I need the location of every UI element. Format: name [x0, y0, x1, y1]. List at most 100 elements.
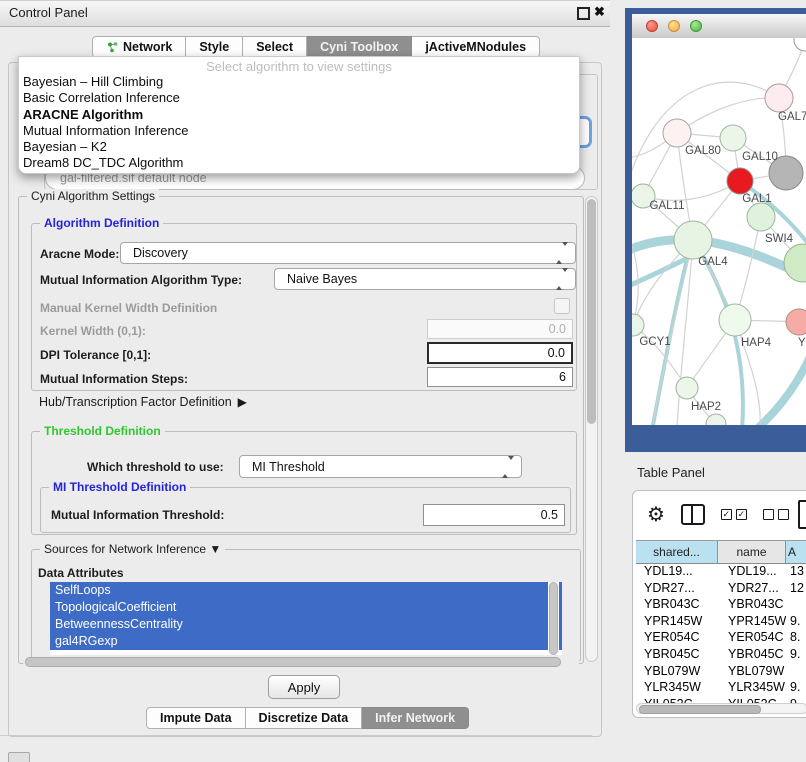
- network-node-hap2[interactable]: [676, 377, 698, 399]
- network-edge[interactable]: [643, 181, 740, 200]
- settings-vscrollbar[interactable]: [585, 196, 598, 662]
- table-row[interactable]: YLR345WYLR345W9.: [636, 680, 806, 697]
- dropdown-item[interactable]: ARACNE Algorithm: [19, 107, 579, 123]
- select-all-checks-icon[interactable]: ✓ ✓: [721, 509, 747, 520]
- network-canvas[interactable]: GAL7GAL80GAL10GAL1GAL11SWI4GAL4GCY1HAP4Y…: [632, 38, 806, 425]
- network-node-label: GCY1: [639, 336, 670, 348]
- dropdown-item[interactable]: Bayesian – Hill Climbing: [19, 74, 579, 90]
- dropdown-item[interactable]: Dream8 DC_TDC Algorithm: [19, 155, 579, 171]
- table-row[interactable]: YBR045CYBR045C9.: [636, 647, 806, 664]
- table-hscrollbar[interactable]: [636, 703, 806, 714]
- mi-steps-field[interactable]: 6: [427, 367, 573, 387]
- tab-style[interactable]: Style: [186, 36, 243, 58]
- top-tabs: Network Style Select Cyni Toolbox jActiveMNo…: [92, 36, 540, 58]
- mi-type-combobox[interactable]: Naive Bayes: [274, 268, 576, 290]
- table-column-header[interactable]: A: [786, 541, 806, 563]
- bottom-tabs: Impute Data Discretize Data Infer Network: [146, 707, 469, 729]
- control-panel-bottom-border: [0, 735, 592, 736]
- mi-threshold-definition-title: MI Threshold Definition: [49, 480, 190, 494]
- attribute-list-item[interactable]: TopologicalCoefficient: [50, 599, 562, 616]
- close-icon[interactable]: ✖: [594, 4, 605, 20]
- tab-label: Network: [123, 40, 172, 54]
- attribute-list-item[interactable]: SelfLoops: [50, 582, 562, 599]
- network-node-gal4[interactable]: [674, 221, 712, 259]
- network-node-swi4[interactable]: [747, 203, 775, 231]
- dropdown-item[interactable]: Bayesian – K2: [19, 139, 579, 155]
- tab-cyni-toolbox[interactable]: Cyni Toolbox: [307, 36, 412, 58]
- hub-definition-expander[interactable]: Hub/Transcription Factor Definition▶: [39, 395, 247, 409]
- zoom-traffic-light-icon[interactable]: [690, 20, 702, 32]
- table-column-header[interactable]: shared...: [636, 541, 718, 563]
- threshold-definition-group: Threshold Definition Which threshold to …: [31, 431, 577, 535]
- expand-down-icon[interactable]: ▼: [209, 542, 221, 556]
- data-attributes-list[interactable]: SelfLoopsTopologicalCoefficientBetweenne…: [50, 582, 562, 655]
- tab-label: Style: [199, 40, 229, 54]
- network-window-titlebar[interactable]: [632, 14, 806, 39]
- network-canvas-svg: GAL7GAL80GAL10GAL1GAL11SWI4GAL4GCY1HAP4Y…: [632, 38, 806, 425]
- dpi-tolerance-field[interactable]: 0.0: [427, 342, 573, 364]
- deselect-all-checks-icon[interactable]: [763, 509, 789, 520]
- apply-button[interactable]: Apply: [268, 675, 340, 699]
- table-cell: YBR045C: [636, 647, 718, 664]
- network-node-gal80[interactable]: [663, 119, 691, 147]
- aracne-mode-combobox[interactable]: Discovery: [120, 242, 576, 264]
- table-cell: YPR145W: [636, 614, 718, 631]
- table-cell: 8.: [786, 630, 806, 647]
- tab-jactivemnodules[interactable]: jActiveMNodules: [412, 36, 540, 58]
- network-node-gal7[interactable]: [765, 84, 793, 112]
- expand-right-icon[interactable]: ▶: [238, 395, 247, 409]
- settings-hscrollbar[interactable]: [23, 657, 579, 667]
- network-node-label: SWI4: [765, 233, 794, 245]
- network-node-gal10[interactable]: [720, 125, 746, 151]
- tab-label: Select: [256, 40, 293, 54]
- dropdown-item[interactable]: Basic Correlation Inference: [19, 90, 579, 106]
- unchecked-box-icon: [763, 509, 774, 520]
- mi-type-label: Mutual Information Algorithm Type:: [40, 273, 242, 287]
- gear-icon[interactable]: ⚙: [647, 502, 665, 527]
- network-node[interactable]: [794, 38, 806, 51]
- network-view-window[interactable]: GAL7GAL80GAL10GAL1GAL11SWI4GAL4GCY1HAP4Y…: [625, 8, 806, 452]
- mi-threshold-field[interactable]: 0.5: [423, 504, 565, 526]
- attributes-list-scrollbar[interactable]: [548, 582, 559, 655]
- table-row[interactable]: YDL19...YDL19...13: [636, 564, 806, 581]
- float-window-icon[interactable]: [577, 7, 590, 20]
- tab-select[interactable]: Select: [243, 36, 307, 58]
- algorithm-definition-group: Algorithm Definition Aracne Mode: Discov…: [31, 223, 577, 391]
- which-threshold-value: MI Threshold: [252, 460, 325, 474]
- close-traffic-light-icon[interactable]: [646, 20, 658, 32]
- minimized-panel-icon[interactable]: [8, 752, 30, 762]
- attribute-list-item[interactable]: BetweennessCentrality: [50, 616, 562, 633]
- network-node[interactable]: [706, 414, 726, 425]
- tab-impute-data[interactable]: Impute Data: [146, 707, 246, 729]
- table-cell: YLR345W: [636, 680, 718, 697]
- network-node[interactable]: [784, 244, 806, 282]
- sources-title-row[interactable]: Sources for Network Inference ▼: [40, 542, 225, 556]
- tab-discretize-data[interactable]: Discretize Data: [246, 707, 363, 729]
- network-edge-teal[interactable]: [758, 352, 806, 425]
- table-row[interactable]: YPR145WYPR145W9.: [636, 614, 806, 631]
- table-row[interactable]: YBL079WYBL079W: [636, 664, 806, 681]
- which-threshold-label: Which threshold to use:: [87, 460, 224, 474]
- new-table-icon[interactable]: [798, 500, 806, 529]
- network-node-label: Y: [798, 337, 806, 349]
- table-row[interactable]: YBR043CYBR043C: [636, 597, 806, 614]
- table-row[interactable]: YER054CYER054C8.: [636, 630, 806, 647]
- manual-kernel-checkbox[interactable]: [554, 298, 570, 314]
- tab-label: Cyni Toolbox: [320, 40, 398, 54]
- network-node-label: HAP2: [691, 401, 721, 413]
- network-node-y[interactable]: [786, 309, 806, 335]
- columns-icon[interactable]: [681, 504, 705, 525]
- minimize-traffic-light-icon[interactable]: [668, 20, 680, 32]
- tab-infer-network[interactable]: Infer Network: [362, 707, 469, 729]
- tab-network[interactable]: Network: [92, 36, 186, 58]
- table-row[interactable]: YDR27...YDR27...12: [636, 581, 806, 598]
- table-cell: YLR345W: [718, 680, 786, 697]
- which-threshold-combobox[interactable]: MI Threshold: [239, 455, 522, 478]
- attribute-list-item[interactable]: gal4RGexp: [50, 633, 562, 650]
- network-node-gal1[interactable]: [727, 168, 753, 194]
- dropdown-item[interactable]: Mutual Information Inference: [19, 123, 579, 139]
- network-node-hap4[interactable]: [719, 304, 751, 336]
- table-cell: [786, 664, 806, 681]
- tab-label: Discretize Data: [259, 711, 349, 725]
- table-column-header[interactable]: name: [718, 541, 786, 563]
